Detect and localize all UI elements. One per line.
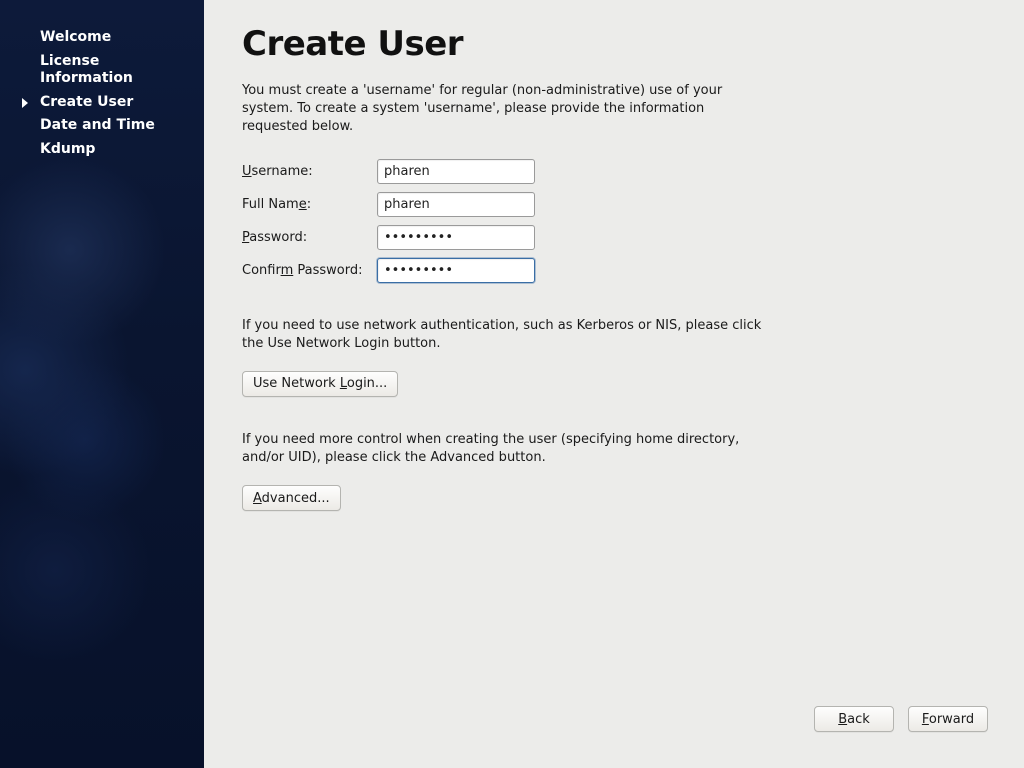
sidebar-item-label: Welcome xyxy=(40,29,111,45)
page-title: Create User xyxy=(242,24,986,64)
sidebar-item-kdump[interactable]: Kdump xyxy=(0,138,204,162)
sidebar-item-create-user[interactable]: Create User xyxy=(0,91,204,115)
username-label: Username: xyxy=(242,164,377,179)
username-row: Username: xyxy=(242,159,986,184)
sidebar-item-label: Kdump xyxy=(40,141,95,157)
password-row: Password: xyxy=(242,225,986,250)
sidebar-item-label: Date and Time xyxy=(40,117,155,133)
forward-button[interactable]: Forward xyxy=(908,706,988,732)
fullname-label: Full Name: xyxy=(242,197,377,212)
advanced-button[interactable]: Advanced... xyxy=(242,485,341,511)
advanced-text: If you need more control when creating t… xyxy=(242,431,762,467)
sidebar-item-label: Create User xyxy=(40,94,133,110)
username-input[interactable] xyxy=(377,159,535,184)
back-button[interactable]: Back xyxy=(814,706,894,732)
intro-text: You must create a 'username' for regular… xyxy=(242,82,762,137)
fullname-row: Full Name: xyxy=(242,192,986,217)
sidebar-item-date-and-time[interactable]: Date and Time xyxy=(0,114,204,138)
confirm-password-label: Confirm Password: xyxy=(242,263,377,278)
confirm-password-row: Confirm Password: xyxy=(242,258,986,283)
password-input[interactable] xyxy=(377,225,535,250)
confirm-password-input[interactable] xyxy=(377,258,535,283)
nav-buttons: Back Forward xyxy=(814,706,988,732)
network-login-text: If you need to use network authenticatio… xyxy=(242,317,762,353)
sidebar: Welcome License Information Create User … xyxy=(0,0,204,768)
use-network-login-button[interactable]: Use Network Login... xyxy=(242,371,398,397)
sidebar-item-label: License Information xyxy=(40,53,133,87)
sidebar-item-welcome[interactable]: Welcome xyxy=(0,26,204,50)
password-label: Password: xyxy=(242,230,377,245)
fullname-input[interactable] xyxy=(377,192,535,217)
sidebar-item-license-information[interactable]: License Information xyxy=(0,50,204,91)
main-content: Create User You must create a 'username'… xyxy=(204,0,1024,768)
